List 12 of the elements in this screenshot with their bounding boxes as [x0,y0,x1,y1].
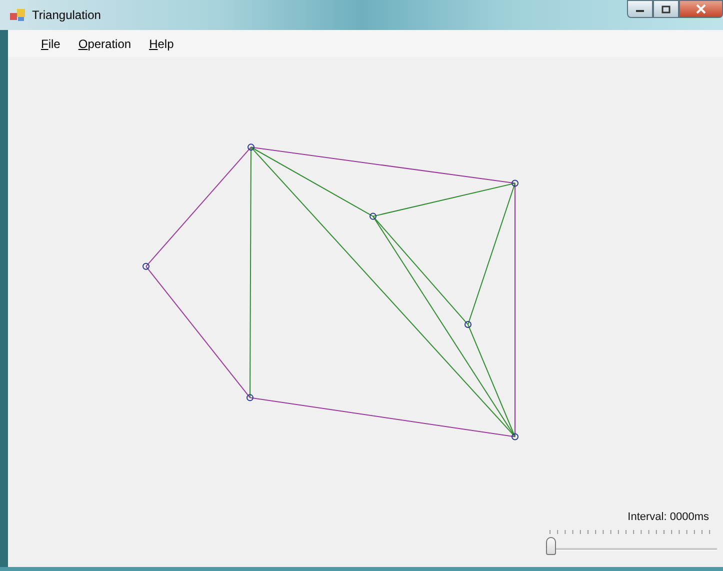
window-title: Triangulation [32,8,101,22]
app-icon [10,8,26,22]
menu-item[interactable]: Operation [71,34,138,52]
menu-item[interactable]: File [34,34,68,52]
interval-label: Interval: 0000ms [628,511,709,523]
close-button[interactable] [679,0,723,18]
maximize-icon [661,4,671,14]
menu-item[interactable]: Help [142,34,181,52]
minimize-button[interactable] [627,0,653,18]
slider-thumb[interactable] [546,537,556,555]
maximize-button[interactable] [653,0,679,18]
close-icon [695,4,707,14]
